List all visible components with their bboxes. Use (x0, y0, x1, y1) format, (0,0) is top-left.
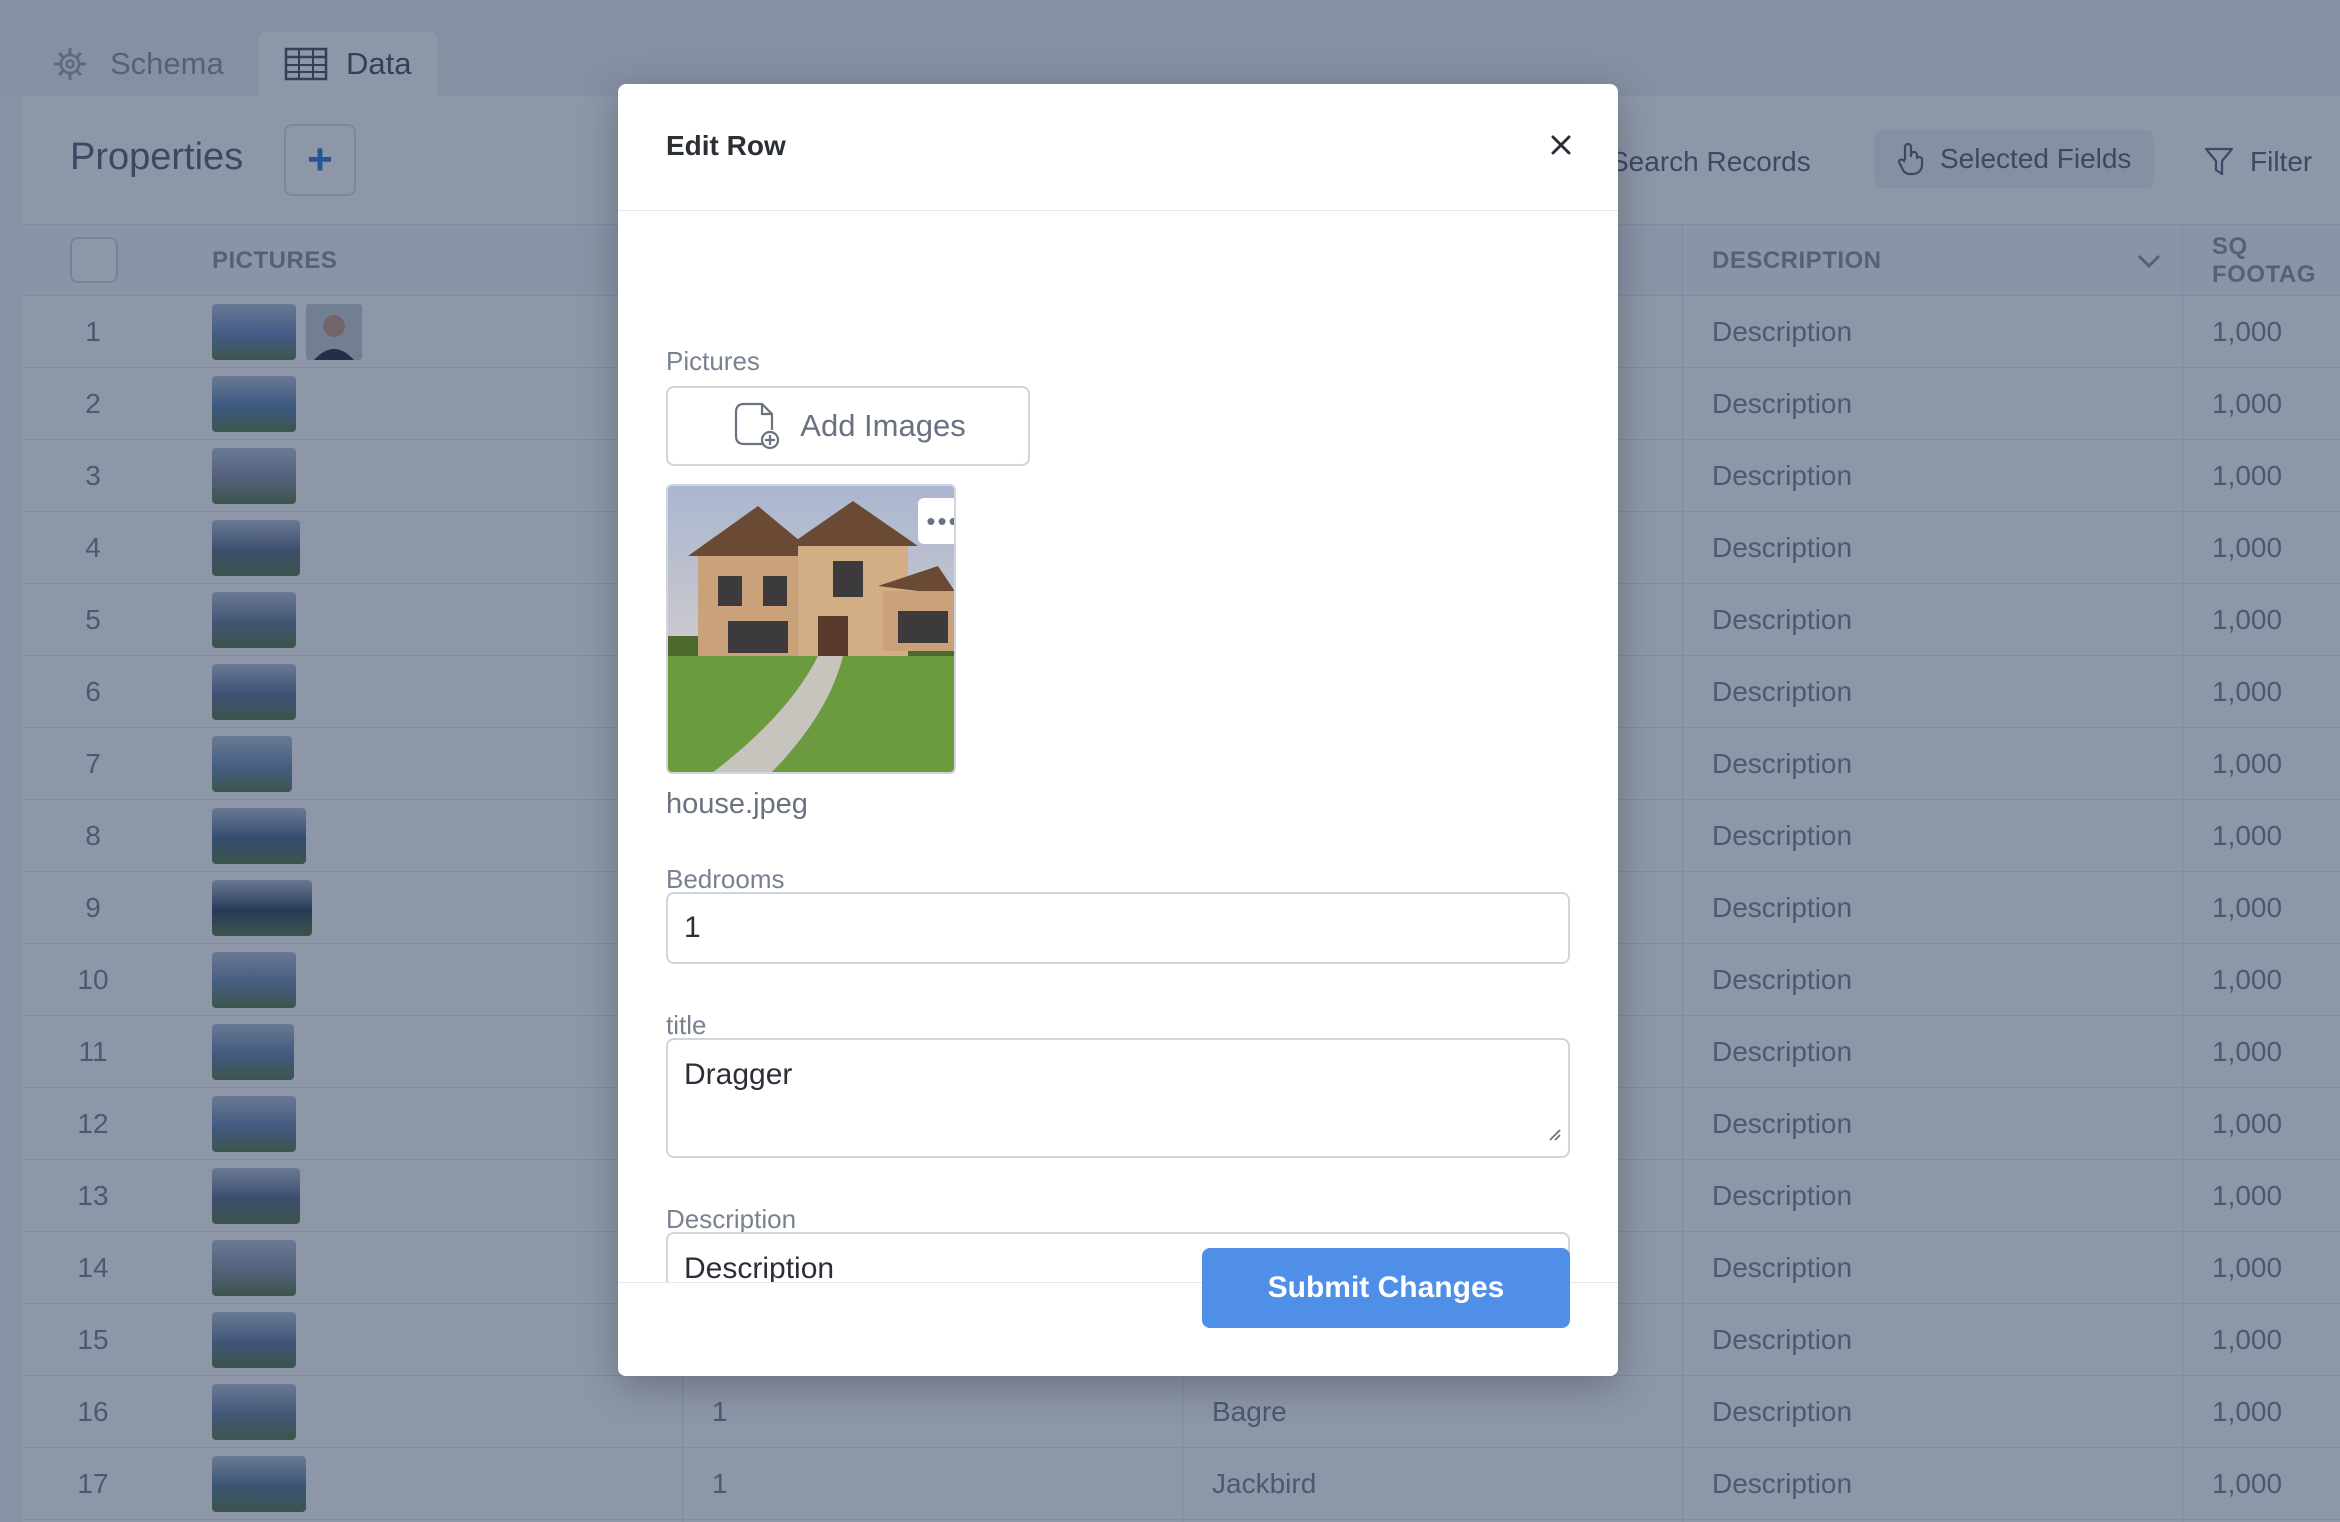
bedrooms-value: 1 (684, 911, 701, 944)
close-icon[interactable] (1540, 124, 1582, 166)
resize-handle-icon[interactable] (1546, 1116, 1562, 1150)
submit-changes-button[interactable]: Submit Changes (1202, 1248, 1570, 1328)
file-add-icon (730, 400, 782, 452)
title-value: Dragger (684, 1058, 793, 1091)
modal-title: Edit Row (666, 130, 786, 161)
house-image-preview[interactable]: ••• (666, 484, 956, 774)
description-label: Description (666, 1204, 797, 1234)
bedrooms-field[interactable]: 1 (666, 892, 1570, 964)
pictures-label: Pictures (666, 346, 760, 376)
add-images-button[interactable]: Add Images (666, 386, 1030, 466)
title-textarea[interactable]: Dragger (666, 1038, 1570, 1158)
image-options-button[interactable]: ••• (918, 498, 954, 544)
edit-row-modal: Edit Row Pictures Add Images •• house.jp… (618, 84, 1618, 1376)
image-filename: house.jpeg (666, 788, 808, 820)
house-photo (668, 486, 954, 772)
description-value: Description (684, 1252, 835, 1282)
add-images-label: Add Images (800, 408, 966, 443)
title-label: title (666, 1010, 707, 1040)
modal-body[interactable]: Pictures Add Images •• house.jpeg Bedroo… (618, 212, 1618, 1282)
modal-header: Edit Row (618, 84, 1618, 211)
bedrooms-label: Bedrooms (666, 864, 785, 894)
